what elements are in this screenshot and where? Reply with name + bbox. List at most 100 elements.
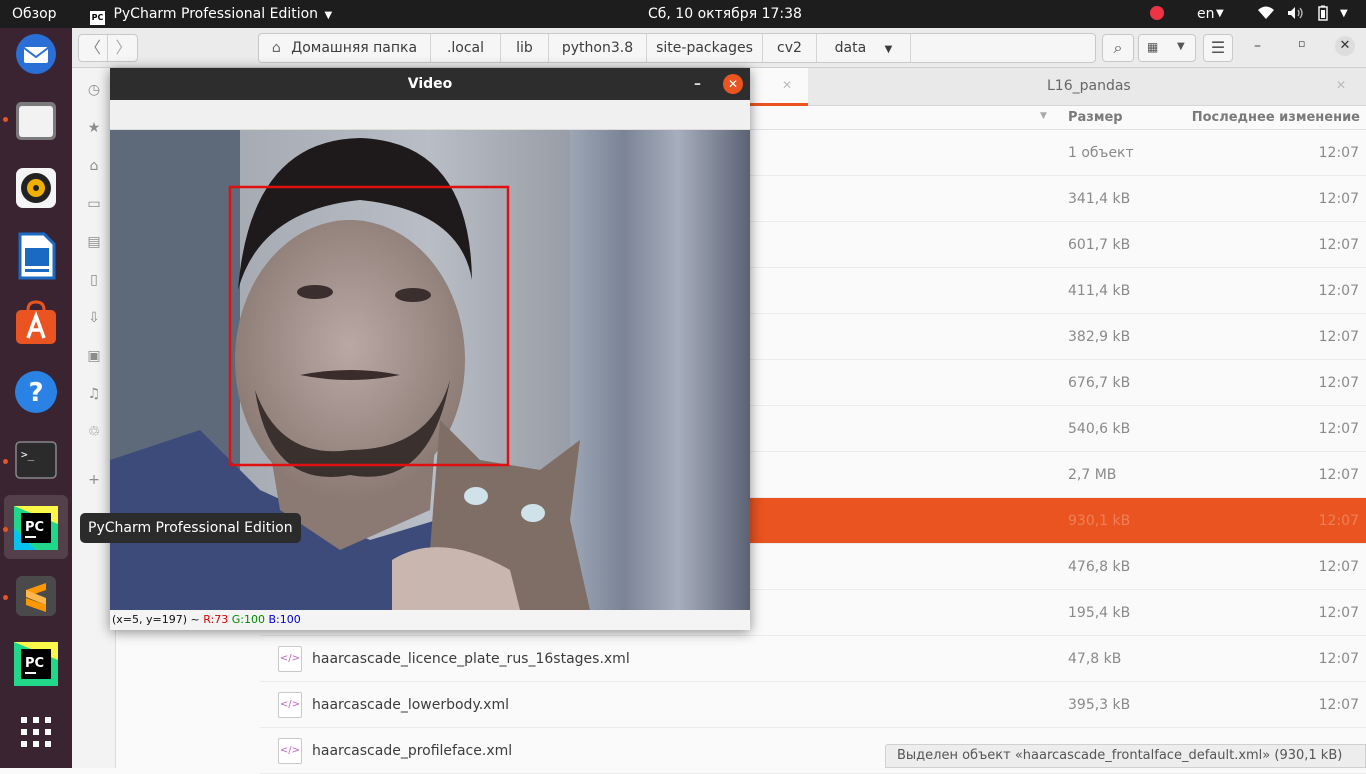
help-icon[interactable]: ? — [12, 368, 60, 416]
xml-file-icon: </> — [278, 692, 302, 718]
documents-icon[interactable]: ▯ — [86, 272, 102, 288]
trash-icon[interactable]: ♲ — [86, 424, 102, 440]
running-indicator — [3, 595, 8, 600]
table-row[interactable]: </> haarcascade_licence_plate_rus_16stage… — [260, 636, 1366, 682]
pycharm-icon[interactable]: PC — [12, 504, 60, 552]
dock-tooltip: PyCharm Professional Edition — [80, 513, 301, 543]
grid-view-icon: ▦ — [1147, 40, 1159, 54]
path-python38[interactable]: python3.8 — [549, 34, 647, 62]
running-indicator — [3, 527, 8, 532]
forward-button[interactable]: 〉 — [109, 35, 138, 61]
app-menu[interactable]: PC PyCharm Professional Edition ▼ — [90, 0, 332, 28]
video-toolbar — [110, 100, 750, 130]
chevron-down-icon: ▼ — [1177, 41, 1185, 52]
path-data[interactable]: data ▼ — [817, 34, 911, 62]
path-bar: ⌂ Домашняя папка .local lib python3.8 si… — [258, 33, 1096, 63]
rhythmbox-icon[interactable] — [12, 164, 60, 212]
maximize-button[interactable]: ▫ — [1298, 37, 1305, 50]
files-icon[interactable] — [12, 96, 60, 144]
column-header-modified[interactable]: Последнее изменение — [1192, 110, 1360, 125]
close-tab-icon[interactable]: ✕ — [1336, 78, 1346, 92]
thunderbird-icon[interactable] — [12, 30, 60, 78]
close-tab-icon[interactable]: ✕ — [782, 78, 792, 92]
tab-l16-pandas[interactable]: L16_pandas ✕ — [808, 68, 1366, 106]
home-icon: ⌂ — [271, 40, 281, 56]
app-menu-label: PyCharm Professional Edition — [113, 6, 319, 22]
sort-arrow-icon[interactable]: ▼ — [1040, 111, 1047, 121]
file-modified: 12:07 — [1318, 559, 1359, 575]
file-modified: 12:07 — [1318, 237, 1359, 253]
file-modified: 12:07 — [1318, 697, 1359, 713]
file-size: 540,6 kB — [1068, 421, 1131, 437]
file-size: 476,8 kB — [1068, 559, 1131, 575]
file-modified: 12:07 — [1318, 375, 1359, 391]
file-modified: 12:07 — [1318, 651, 1359, 667]
file-size: 2,7 MB — [1068, 467, 1117, 483]
sublime-text-icon[interactable] — [12, 572, 60, 620]
pictures-icon[interactable]: ▣ — [86, 348, 102, 364]
svg-text:PC: PC — [25, 520, 44, 535]
home-icon[interactable]: ⌂ — [86, 158, 102, 174]
ubuntu-software-icon[interactable] — [12, 300, 60, 348]
pycharm-community-icon[interactable]: PC — [12, 640, 60, 688]
search-button[interactable]: ⌕ — [1102, 34, 1134, 62]
path-lib[interactable]: lib — [501, 34, 549, 62]
file-size: 382,9 kB — [1068, 329, 1131, 345]
file-size: 195,4 kB — [1068, 605, 1131, 621]
pycharm-small-icon: PC — [90, 11, 105, 25]
music-icon[interactable]: ♫ — [86, 386, 102, 402]
video-title-bar[interactable]: Video – ✕ — [110, 68, 750, 100]
hamburger-icon: ☰ — [1210, 38, 1226, 57]
svg-text:?: ? — [28, 378, 43, 408]
path-site-packages[interactable]: site-packages — [647, 34, 763, 62]
starred-icon[interactable]: ★ — [86, 120, 102, 136]
navigation-buttons: 〈 〉 — [78, 34, 138, 62]
file-modified: 12:07 — [1318, 605, 1359, 621]
file-name: haarcascade_licence_plate_rus_16stages.x… — [312, 651, 630, 667]
chevron-down-icon: ▼ — [1216, 8, 1224, 19]
wifi-icon[interactable] — [1258, 0, 1274, 28]
view-options[interactable]: ▦ ▼ — [1138, 34, 1196, 62]
path-local[interactable]: .local — [431, 34, 501, 62]
add-location-icon[interactable]: + — [86, 472, 102, 488]
videos-icon[interactable]: ▤ — [86, 234, 102, 250]
path-home[interactable]: ⌂ Домашняя папка — [259, 34, 431, 62]
desktop-icon[interactable]: ▭ — [86, 196, 102, 212]
minimize-button[interactable]: – — [1254, 38, 1261, 54]
close-button[interactable]: ✕ — [723, 74, 743, 94]
pixel-g-value: G:100 — [231, 613, 265, 626]
chevron-down-icon: ▼ — [1340, 8, 1348, 19]
terminal-icon[interactable]: >_ — [12, 436, 60, 484]
file-size: 395,3 kB — [1068, 697, 1131, 713]
libreoffice-writer-icon[interactable] — [12, 232, 60, 280]
file-modified: 12:07 — [1318, 329, 1359, 345]
file-modified: 12:07 — [1318, 467, 1359, 483]
file-size: 1 объект — [1068, 145, 1134, 161]
file-size: 411,4 kB — [1068, 283, 1131, 299]
volume-icon[interactable] — [1287, 0, 1303, 28]
path-cv2[interactable]: cv2 — [763, 34, 817, 62]
file-size: 676,7 kB — [1068, 375, 1131, 391]
menu-button[interactable]: ☰ — [1203, 34, 1233, 62]
downloads-icon[interactable]: ⇩ — [86, 310, 102, 326]
xml-file-icon: </> — [278, 646, 302, 672]
file-size: 341,4 kB — [1068, 191, 1131, 207]
keyboard-layout[interactable]: en — [1197, 0, 1215, 28]
minimize-button[interactable]: – — [694, 68, 701, 100]
file-name: haarcascade_lowerbody.xml — [312, 697, 509, 713]
file-modified: 12:07 — [1318, 191, 1359, 207]
notification-icon[interactable] — [1150, 0, 1164, 28]
column-header-size[interactable]: Размер — [1068, 110, 1123, 125]
path-data-label: data — [834, 40, 867, 56]
table-row[interactable]: </> haarcascade_lowerbody.xml 395,3 kB 12:0… — [260, 682, 1366, 728]
battery-icon[interactable] — [1318, 0, 1328, 28]
status-bar: Выделен объект «haarcascade_frontalface_… — [885, 744, 1366, 768]
recent-icon[interactable]: ◷ — [86, 82, 102, 98]
show-applications-icon[interactable] — [12, 708, 60, 756]
xml-file-icon: </> — [278, 738, 302, 764]
close-button[interactable]: ✕ — [1335, 36, 1355, 56]
activities-button[interactable]: Обзор — [12, 0, 57, 28]
search-icon: ⌕ — [1113, 38, 1123, 57]
back-button[interactable]: 〈 — [79, 35, 108, 61]
clock[interactable]: Сб, 10 октября 17:38 — [648, 0, 802, 28]
